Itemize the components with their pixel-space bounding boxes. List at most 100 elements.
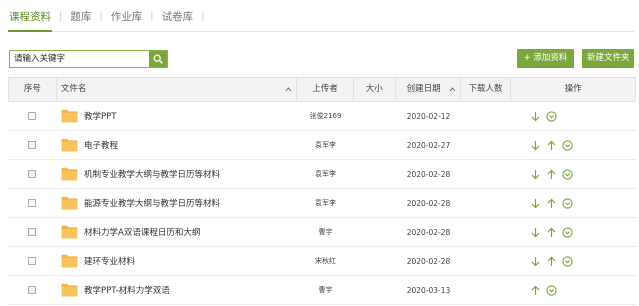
folder-icon <box>61 138 78 152</box>
move-up-icon[interactable] <box>546 198 557 209</box>
sort-caret-icon[interactable] <box>449 86 456 93</box>
uploader-cell: 袁军李 <box>297 189 354 217</box>
download-icon[interactable] <box>530 198 541 209</box>
table-body: 教学PPT 张俊2169 2020-02-12 电子教程 袁军李 2020-02-27 机制… <box>8 102 636 305</box>
actions-cell <box>512 247 636 275</box>
downloads-cell <box>461 218 512 246</box>
file-name-cell: 教学PPT <box>56 102 297 130</box>
folder-icon <box>61 167 78 181</box>
row-checkbox-cell <box>8 189 56 217</box>
move-up-icon[interactable] <box>546 140 557 151</box>
download-icon[interactable] <box>530 111 541 122</box>
uploader-cell: 曹宇 <box>297 276 354 304</box>
move-up-icon[interactable] <box>546 256 557 267</box>
uploader-name: 宋秋红 <box>315 257 336 265</box>
folder-icon <box>61 254 78 268</box>
folder-icon <box>61 196 78 210</box>
tab-separator: | <box>150 11 154 22</box>
table-row: 电子教程 袁军李 2020-02-27 <box>8 131 636 160</box>
tab-course-materials[interactable]: 课程资料 <box>8 8 52 32</box>
downloads-cell <box>461 247 512 275</box>
downloads-cell <box>461 189 512 217</box>
header-actions: 操作 <box>564 84 582 94</box>
row-checkbox[interactable] <box>28 228 36 236</box>
created-date: 2020-02-28 <box>406 198 451 208</box>
download-icon[interactable] <box>530 140 541 151</box>
actions-cell <box>512 218 636 246</box>
uploader-name: 袁军李 <box>315 170 336 178</box>
file-name-cell: 电子教程 <box>56 131 297 159</box>
tab-homework-library[interactable]: 作业库 <box>110 8 144 32</box>
search-icon <box>153 54 163 64</box>
add-material-button[interactable]: + 添加资料 <box>517 49 574 68</box>
uploader-name: 袁军李 <box>315 199 336 207</box>
size-cell <box>354 218 396 246</box>
header-file-name[interactable]: 文件名 <box>57 78 298 101</box>
download-icon[interactable] <box>530 169 541 180</box>
sort-caret-icon[interactable] <box>285 86 292 93</box>
header-date-label: 创建日期 <box>406 84 441 94</box>
more-options-icon[interactable] <box>546 284 557 296</box>
file-name-link[interactable]: 教学PPT-材料力学双语 <box>84 284 170 296</box>
file-name-link[interactable]: 机制专业教学大纲与教学日历等材料 <box>84 168 220 180</box>
file-name-link[interactable]: 材料力学A双语课程日历和大纲 <box>84 226 200 238</box>
uploader-name: 张俊2169 <box>309 112 342 120</box>
uploader-cell: 宋秋红 <box>297 247 354 275</box>
more-options-icon[interactable] <box>562 168 573 180</box>
uploader-name: 曹宇 <box>318 286 333 294</box>
move-up-icon[interactable] <box>530 285 541 296</box>
new-folder-button[interactable]: 新建文件夹 <box>582 49 634 68</box>
uploader-cell: 张俊2169 <box>297 102 354 130</box>
table-row: 能源专业教学大纲与教学日历等材料 袁军李 2020-02-28 <box>8 189 636 218</box>
row-checkbox[interactable] <box>28 286 36 294</box>
search-button[interactable] <box>149 51 167 67</box>
download-icon[interactable] <box>530 227 541 238</box>
size-cell <box>354 102 396 130</box>
actions-cell <box>512 160 636 188</box>
uploader-name: 曹宇 <box>318 228 333 236</box>
header-date[interactable]: 创建日期 <box>396 78 461 101</box>
date-cell: 2020-02-28 <box>396 160 461 188</box>
header-index: 序号 <box>9 78 57 101</box>
created-date: 2020-02-28 <box>406 256 451 266</box>
file-name-link[interactable]: 建环专业材料 <box>84 255 135 267</box>
uploader-name: 袁军李 <box>315 141 336 149</box>
row-checkbox[interactable] <box>28 199 36 207</box>
move-up-icon[interactable] <box>546 169 557 180</box>
tab-separator: | <box>99 11 103 22</box>
file-name-cell: 机制专业教学大纲与教学日历等材料 <box>56 160 297 188</box>
uploader-cell: 曹宇 <box>297 218 354 246</box>
created-date: 2020-02-27 <box>406 140 451 150</box>
more-options-icon[interactable] <box>562 139 573 151</box>
folder-icon <box>61 283 78 297</box>
more-options-icon[interactable] <box>546 110 557 122</box>
header-size: 大小 <box>354 78 396 101</box>
more-options-icon[interactable] <box>562 197 573 209</box>
tab-question-bank[interactable]: 题库 <box>69 8 92 32</box>
folder-icon <box>61 109 78 123</box>
created-date: 2020-02-28 <box>406 169 451 179</box>
row-checkbox[interactable] <box>28 112 36 120</box>
table-row: 教学PPT-材料力学双语 曹宇 2020-03-13 <box>8 276 636 305</box>
folder-icon <box>61 225 78 239</box>
header-downloads: 下载人数 <box>461 78 512 101</box>
file-name-cell: 建环专业材料 <box>56 247 297 275</box>
move-up-icon[interactable] <box>546 227 557 238</box>
row-checkbox[interactable] <box>28 257 36 265</box>
tab-separator: | <box>201 11 205 22</box>
table-row: 教学PPT 张俊2169 2020-02-12 <box>8 102 636 131</box>
row-checkbox[interactable] <box>28 170 36 178</box>
more-options-icon[interactable] <box>562 226 573 238</box>
file-name-link[interactable]: 能源专业教学大纲与教学日历等材料 <box>84 197 220 209</box>
file-name-link[interactable]: 教学PPT <box>84 110 116 122</box>
table-header: 序号 文件名 上传者 大小 创建日期 下载人数 操作 <box>8 77 636 102</box>
actions-cell <box>512 189 636 217</box>
tab-exam-library[interactable]: 试卷库 <box>161 8 195 32</box>
download-icon[interactable] <box>530 256 541 267</box>
more-options-icon[interactable] <box>562 255 573 267</box>
search-input[interactable] <box>10 51 149 67</box>
file-name-link[interactable]: 电子教程 <box>84 139 118 151</box>
row-checkbox[interactable] <box>28 141 36 149</box>
size-cell <box>354 247 396 275</box>
header-uploader: 上传者 <box>297 78 354 101</box>
